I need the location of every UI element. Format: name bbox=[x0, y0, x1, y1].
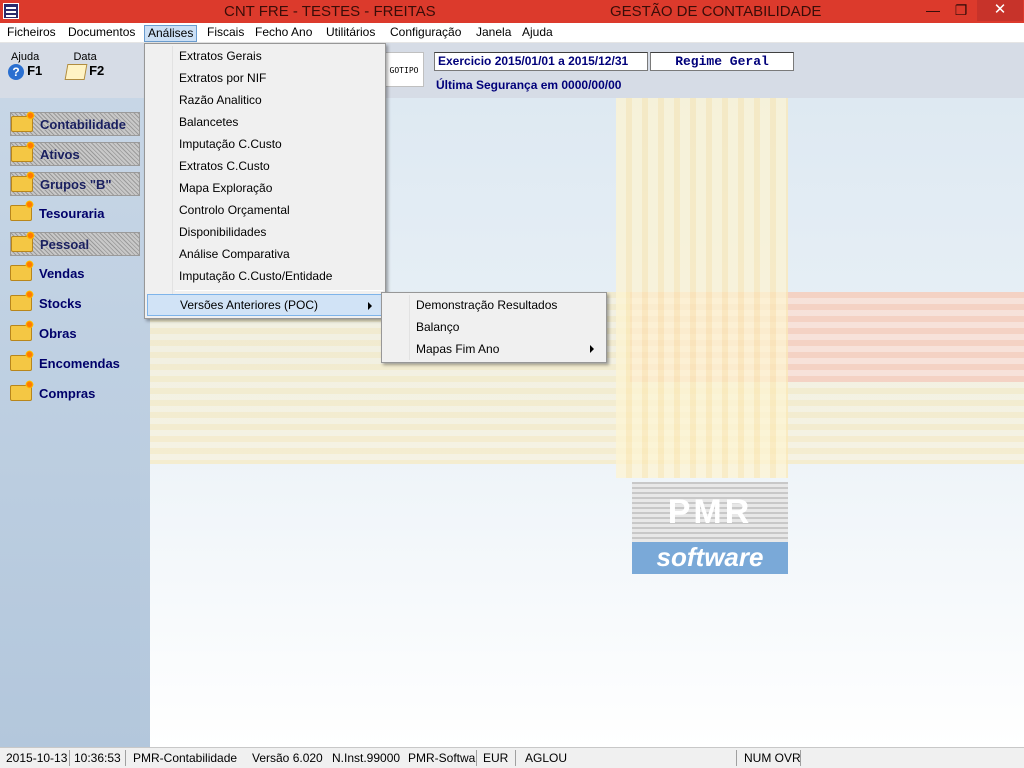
menu-item-analise-comparativa[interactable]: Análise Comparativa bbox=[147, 243, 383, 265]
company-logo: GOTIPO bbox=[384, 52, 424, 87]
menu-item-extratos-nif[interactable]: Extratos por NIF bbox=[147, 67, 383, 89]
help-tool-label: Ajuda bbox=[11, 51, 40, 63]
status-divider bbox=[736, 750, 737, 766]
help-icon: ? bbox=[8, 64, 24, 81]
menu-item-label: Versões Anteriores (POC) bbox=[180, 298, 319, 312]
module-label: Grupos "B" bbox=[40, 177, 112, 192]
status-time: 10:36:53 bbox=[74, 751, 121, 765]
regime-field: Regime Geral bbox=[650, 52, 794, 71]
module-ativos: Ativos bbox=[10, 141, 140, 166]
menu-configuracao[interactable]: Configuração bbox=[387, 25, 464, 42]
menu-analises[interactable]: Análises bbox=[144, 25, 198, 42]
status-divider bbox=[515, 750, 516, 766]
title-bar: CNT FRE - TESTES - FREITAS GESTÃO DE CON… bbox=[0, 0, 1024, 23]
help-key: F1 bbox=[27, 63, 43, 78]
status-app: PMR-Contabilidade bbox=[133, 751, 238, 765]
menu-item-imputacao-ccusto[interactable]: Imputação C.Custo bbox=[147, 133, 383, 155]
menu-item-extratos-gerais[interactable]: Extratos Gerais bbox=[147, 45, 383, 67]
help-tool[interactable]: Ajuda ? F1 bbox=[8, 51, 43, 81]
analises-menu: Extratos Gerais Extratos por NIF Razão A… bbox=[144, 43, 386, 319]
module-contabilidade: Contabilidade bbox=[10, 111, 140, 136]
date-tool-label: Data bbox=[73, 51, 97, 63]
status-divider bbox=[800, 750, 801, 766]
menu-item-balanco[interactable]: Balanço bbox=[384, 316, 604, 338]
software-logo: software bbox=[632, 542, 788, 574]
menu-ficheiros[interactable]: Ficheiros bbox=[4, 25, 59, 42]
menu-ajuda[interactable]: Ajuda bbox=[519, 25, 556, 42]
module-label: Stocks bbox=[39, 296, 82, 311]
window-title: CNT FRE - TESTES - FREITAS bbox=[224, 3, 436, 20]
date-key: F2 bbox=[89, 63, 105, 78]
folder-icon bbox=[10, 260, 34, 281]
menu-utilitarios[interactable]: Utilitários bbox=[323, 25, 378, 42]
calendar-icon bbox=[64, 64, 88, 81]
status-currency: EUR bbox=[483, 751, 509, 765]
menu-fecho-ano[interactable]: Fecho Ano bbox=[252, 25, 315, 42]
folder-icon bbox=[11, 141, 35, 162]
menu-documentos[interactable]: Documentos bbox=[65, 25, 138, 42]
app-icon[interactable] bbox=[3, 3, 19, 19]
status-company: PMR-Softwa bbox=[408, 751, 476, 765]
status-version: Versão 6.020 bbox=[252, 751, 323, 765]
folder-icon bbox=[10, 320, 34, 341]
status-divider bbox=[476, 750, 477, 766]
menu-item-disponibilidades[interactable]: Disponibilidades bbox=[147, 221, 383, 243]
folder-icon bbox=[11, 111, 35, 132]
menu-item-controlo-orcamental[interactable]: Controlo Orçamental bbox=[147, 199, 383, 221]
menu-item-imputacao-ccusto-entidade[interactable]: Imputação C.Custo/Entidade bbox=[147, 265, 383, 287]
status-divider bbox=[69, 750, 70, 766]
menu-fiscais[interactable]: Fiscais bbox=[204, 25, 247, 42]
folder-icon bbox=[10, 350, 34, 371]
status-installation: N.Inst.99000 bbox=[332, 751, 401, 765]
menu-item-mapas-fim-ano[interactable]: Mapas Fim Ano bbox=[384, 338, 604, 360]
status-date: 2015-10-13 bbox=[6, 751, 68, 765]
module-panel: Contabilidade Ativos Grupos "B" Tesourar… bbox=[0, 98, 150, 747]
module-label: Contabilidade bbox=[40, 117, 126, 132]
versoes-anteriores-submenu: Demonstração Resultados Balanço Mapas Fi… bbox=[381, 292, 607, 363]
background-pillars bbox=[616, 98, 788, 478]
menu-item-balancetes[interactable]: Balancetes bbox=[147, 111, 383, 133]
menu-bar: Ficheiros Documentos Análises Fiscais Fe… bbox=[0, 23, 1024, 43]
menu-item-label: Mapas Fim Ano bbox=[416, 342, 500, 356]
module-label: Pessoal bbox=[40, 237, 90, 252]
module-label: Compras bbox=[39, 386, 96, 401]
module-pessoal: Pessoal bbox=[10, 231, 140, 256]
folder-icon bbox=[10, 380, 34, 401]
module-grupos-b: Grupos "B" bbox=[10, 171, 140, 196]
exercise-period: Exercicio 2015/01/01 a 2015/12/31 bbox=[434, 52, 648, 71]
module-label: Tesouraria bbox=[39, 206, 105, 221]
module-label: Obras bbox=[39, 326, 77, 341]
status-bar: 2015-10-13 10:36:53 PMR-Contabilidade Ve… bbox=[0, 747, 1024, 768]
date-tool[interactable]: Data F2 bbox=[64, 51, 105, 81]
menu-item-extratos-ccusto[interactable]: Extratos C.Custo bbox=[147, 155, 383, 177]
menu-item-demonstracao-resultados[interactable]: Demonstração Resultados bbox=[384, 294, 604, 316]
last-backup: Última Segurança em 0000/00/00 bbox=[436, 78, 622, 92]
menu-item-mapa-exploracao[interactable]: Mapa Exploração bbox=[147, 177, 383, 199]
minimize-button[interactable]: — bbox=[918, 0, 948, 21]
submenu-arrow-icon bbox=[368, 302, 372, 310]
menu-separator bbox=[175, 290, 383, 291]
menu-janela[interactable]: Janela bbox=[473, 25, 514, 42]
menu-item-razao-analitico[interactable]: Razão Analitico bbox=[147, 89, 383, 111]
app-subtitle: GESTÃO DE CONTABILIDADE bbox=[610, 3, 822, 20]
module-label: Vendas bbox=[39, 266, 85, 281]
folder-icon bbox=[10, 200, 34, 221]
close-button[interactable]: ✕ bbox=[977, 0, 1023, 21]
module-label: Ativos bbox=[40, 147, 80, 162]
folder-icon bbox=[11, 171, 35, 192]
status-keys: NUM OVR bbox=[744, 751, 801, 765]
folder-icon bbox=[10, 290, 34, 311]
status-divider bbox=[125, 750, 126, 766]
pmr-logo: PMR bbox=[632, 482, 788, 542]
restore-button[interactable]: ❐ bbox=[946, 0, 976, 21]
module-label: Encomendas bbox=[39, 356, 120, 371]
folder-icon bbox=[11, 231, 35, 252]
submenu-arrow-icon bbox=[590, 345, 594, 353]
status-user: AGLOU bbox=[525, 751, 568, 765]
menu-item-versoes-anteriores[interactable]: Versões Anteriores (POC) bbox=[147, 294, 383, 316]
